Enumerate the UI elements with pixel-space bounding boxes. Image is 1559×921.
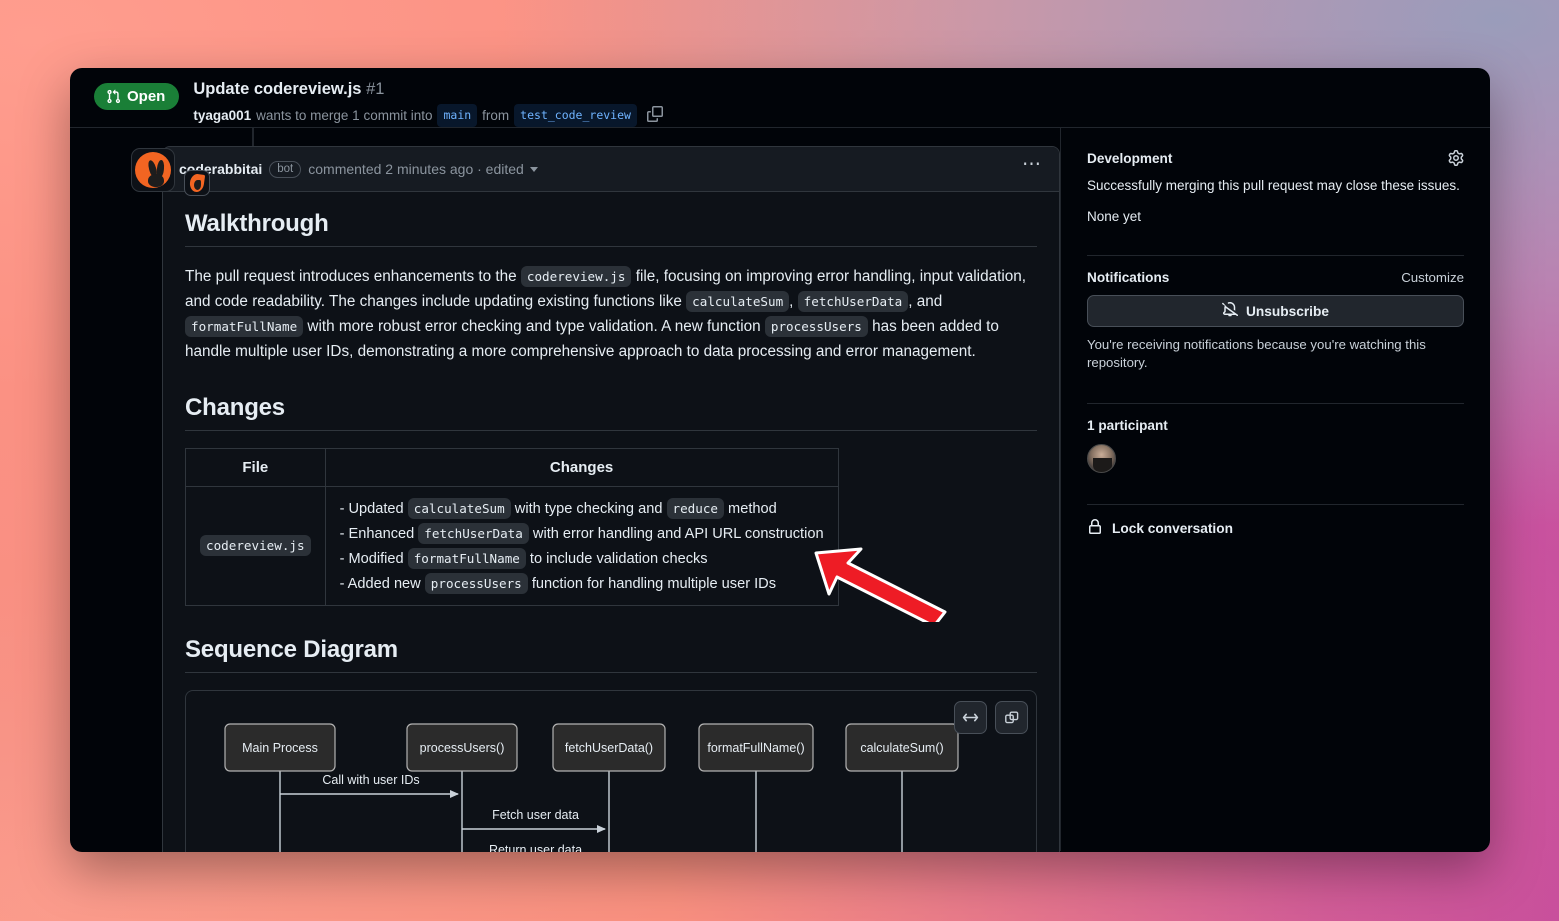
notifications-title: Notifications xyxy=(1087,270,1170,285)
pr-sidebar: Development Successfully merging this pu… xyxy=(1060,128,1490,851)
sidebar-divider-2 xyxy=(1087,403,1464,404)
inline-code: formatFullName xyxy=(407,547,526,569)
sequence-diagram: Main Process processUsers() fetchUserData(… xyxy=(185,690,1037,852)
cell-file: codereview.js xyxy=(185,486,326,606)
sequence-participant: calculateSum() xyxy=(860,741,943,755)
unsubscribe-button[interactable]: Unsubscribe xyxy=(1087,295,1464,327)
walkthrough-heading: Walkthrough xyxy=(185,210,1037,247)
walkthrough-paragraph: The pull request introduces enhancements… xyxy=(185,266,1027,360)
inline-code: processUsers xyxy=(424,572,528,594)
cell-changes: - Updated calculateSum with type checkin… xyxy=(324,486,839,606)
sequence-participant: processUsers() xyxy=(420,741,505,755)
pr-number: #1 xyxy=(366,80,385,98)
column-header-changes: Changes xyxy=(324,448,839,487)
customize-notifications-link[interactable]: Customize xyxy=(1401,270,1464,285)
sequence-diagram-heading: Sequence Diagram xyxy=(185,636,1037,673)
coderabbit-logo-icon xyxy=(135,152,171,188)
copy-diagram-icon[interactable] xyxy=(995,701,1028,734)
notifications-header: Notifications Customize xyxy=(1087,270,1464,285)
sidebar-divider-3 xyxy=(1087,504,1464,505)
notifications-description: You're receiving notifications because y… xyxy=(1087,337,1426,370)
conversation-column: coderabbitai bot commented 2 minutes ago… xyxy=(70,128,1060,852)
head-branch-chip[interactable]: test_code_review xyxy=(514,104,637,127)
sidebar-section-participants: 1 participant xyxy=(1087,418,1464,488)
sequence-message-label: Call with user IDs xyxy=(322,773,419,787)
gear-icon[interactable] xyxy=(1448,150,1464,166)
sidebar-section-notifications: Notifications Customize Unsubscribe You'… xyxy=(1087,270,1464,387)
pr-author[interactable]: tyaga001 xyxy=(193,106,251,125)
sequence-message-label: Fetch user data xyxy=(492,808,579,822)
pull-request-icon xyxy=(106,89,121,104)
sidebar-divider-1 xyxy=(1087,255,1464,256)
changes-heading: Changes xyxy=(185,394,1037,431)
change-line: - Modified formatFullName to include val… xyxy=(340,546,824,571)
table-header-row: File Changes xyxy=(185,448,839,487)
comment-box: coderabbitai bot commented 2 minutes ago… xyxy=(162,146,1060,852)
inline-code: reduce xyxy=(666,497,724,519)
copy-branch-button[interactable] xyxy=(646,106,663,125)
diagram-toolbar xyxy=(954,701,1028,734)
pr-title-row: Update codereview.js #1 xyxy=(193,78,663,100)
chevron-down-icon[interactable] xyxy=(529,166,538,172)
unsubscribe-label: Unsubscribe xyxy=(1246,303,1329,319)
base-branch-chip[interactable]: main xyxy=(437,104,478,127)
github-pr-window: Open Update codereview.js #1 tyaga001 wa… xyxy=(70,68,1490,852)
bell-slash-icon xyxy=(1222,301,1239,321)
avatar[interactable] xyxy=(131,148,175,192)
sequence-participant: formatFullName() xyxy=(707,741,804,755)
page-title: Update codereview.js xyxy=(193,80,362,98)
lock-icon xyxy=(1087,519,1103,538)
change-line: - Added new processUsers function for ha… xyxy=(340,571,824,596)
development-description: Successfully merging this pull request m… xyxy=(1087,178,1460,193)
development-header: Development xyxy=(1087,150,1464,166)
change-line: - Updated calculateSum with type checkin… xyxy=(340,496,824,521)
comment-thread: coderabbitai bot commented 2 minutes ago… xyxy=(131,146,1060,852)
pr-body: coderabbitai bot commented 2 minutes ago… xyxy=(70,128,1490,852)
merge-text-1: wants to merge 1 commit into xyxy=(256,108,433,123)
participants-title: 1 participant xyxy=(1087,418,1168,433)
pr-state-badge: Open xyxy=(94,83,180,110)
column-header-file: File xyxy=(185,448,326,487)
participant-avatar[interactable] xyxy=(1087,444,1116,473)
kebab-menu-icon[interactable]: ⋯ xyxy=(1022,155,1043,178)
pr-header: Open Update codereview.js #1 tyaga001 wa… xyxy=(70,68,1490,128)
participant-list xyxy=(1087,444,1464,473)
sequence-participant: fetchUserData() xyxy=(565,741,653,755)
pr-state-label: Open xyxy=(127,88,166,105)
development-title: Development xyxy=(1087,150,1173,166)
lock-conversation-label: Lock conversation xyxy=(1112,521,1233,536)
comment-body: Walkthrough The pull request introduces … xyxy=(163,192,1059,852)
expand-width-icon[interactable] xyxy=(954,701,987,734)
inline-code: codereview.js xyxy=(520,266,632,287)
comment-header: coderabbitai bot commented 2 minutes ago… xyxy=(163,147,1059,192)
table-row: codereview.js - Updated calculateSum with… xyxy=(185,486,839,606)
mermaid-sequence-svg: Main Process processUsers() fetchUserData(… xyxy=(224,723,959,852)
inline-code: formatFullName xyxy=(185,316,304,337)
comment-meta: commented 2 minutes ago · edited xyxy=(308,161,524,177)
avatar-badge-icon xyxy=(184,170,210,196)
bot-badge: bot xyxy=(269,160,302,178)
inline-code: fetchUserData xyxy=(797,291,909,312)
development-none-yet: None yet xyxy=(1087,209,1142,224)
merge-text-2: from xyxy=(482,108,510,123)
inline-code: calculateSum xyxy=(407,497,511,519)
sidebar-section-development: Development Successfully merging this pu… xyxy=(1087,150,1464,239)
file-name-code: codereview.js xyxy=(200,535,311,556)
lock-conversation-button[interactable]: Lock conversation xyxy=(1087,519,1464,538)
copy-icon xyxy=(646,106,663,125)
inline-code: calculateSum xyxy=(686,291,790,312)
pr-merge-summary: tyaga001 wants to merge 1 commit into ma… xyxy=(193,104,663,127)
change-line: - Enhanced fetchUserData with error hand… xyxy=(340,521,824,546)
changes-table: File Changes codereview.js - Updated calc… xyxy=(185,448,839,606)
participants-header: 1 participant xyxy=(1087,418,1464,433)
sequence-message-label: Return user data xyxy=(489,843,582,852)
sequence-participant: Main Process xyxy=(242,741,318,755)
inline-code: fetchUserData xyxy=(418,522,529,544)
inline-code: processUsers xyxy=(764,316,868,337)
